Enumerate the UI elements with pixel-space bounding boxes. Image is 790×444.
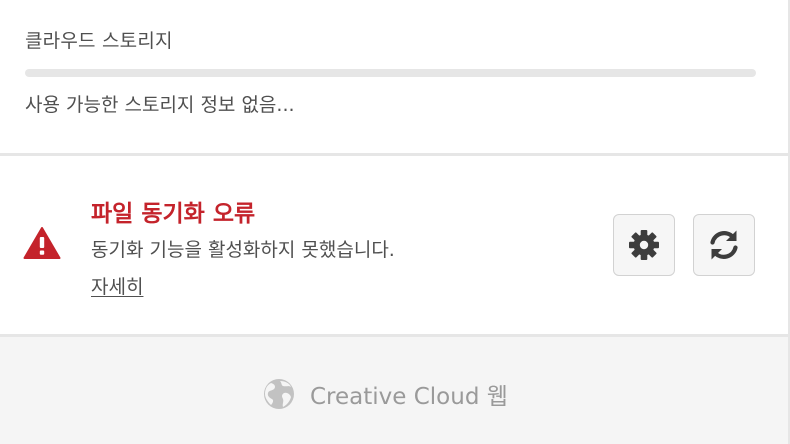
learn-more-link[interactable]: 자세히	[91, 272, 143, 299]
sync-status-panel: 클라우드 스토리지 사용 가능한 스토리지 정보 없음... 파일 동기화 오류…	[0, 0, 790, 444]
sync-refresh-button[interactable]	[693, 214, 755, 276]
storage-status-text: 사용 가능한 스토리지 정보 없음...	[25, 94, 295, 116]
refresh-icon	[710, 230, 738, 260]
storage-usage-bar	[25, 69, 756, 77]
creative-cloud-web-label: Creative Cloud 웹	[310, 384, 508, 410]
cloud-storage-section: 클라우드 스토리지 사용 가능한 스토리지 정보 없음...	[0, 0, 788, 153]
globe-icon	[264, 379, 294, 409]
sync-settings-button[interactable]	[613, 214, 675, 276]
creative-cloud-web-link[interactable]: Creative Cloud 웹	[262, 377, 508, 411]
gear-icon	[629, 230, 659, 260]
footer: Creative Cloud 웹	[0, 337, 788, 444]
warning-triangle-icon	[23, 227, 61, 259]
sync-error-message: 동기화 기능을 활성화하지 못했습니다.	[91, 239, 395, 261]
sync-error-title: 파일 동기화 오류	[91, 201, 256, 227]
storage-title: 클라우드 스토리지	[25, 30, 173, 52]
sync-error-section: 파일 동기화 오류 동기화 기능을 활성화하지 못했습니다. 자세히	[0, 156, 788, 334]
